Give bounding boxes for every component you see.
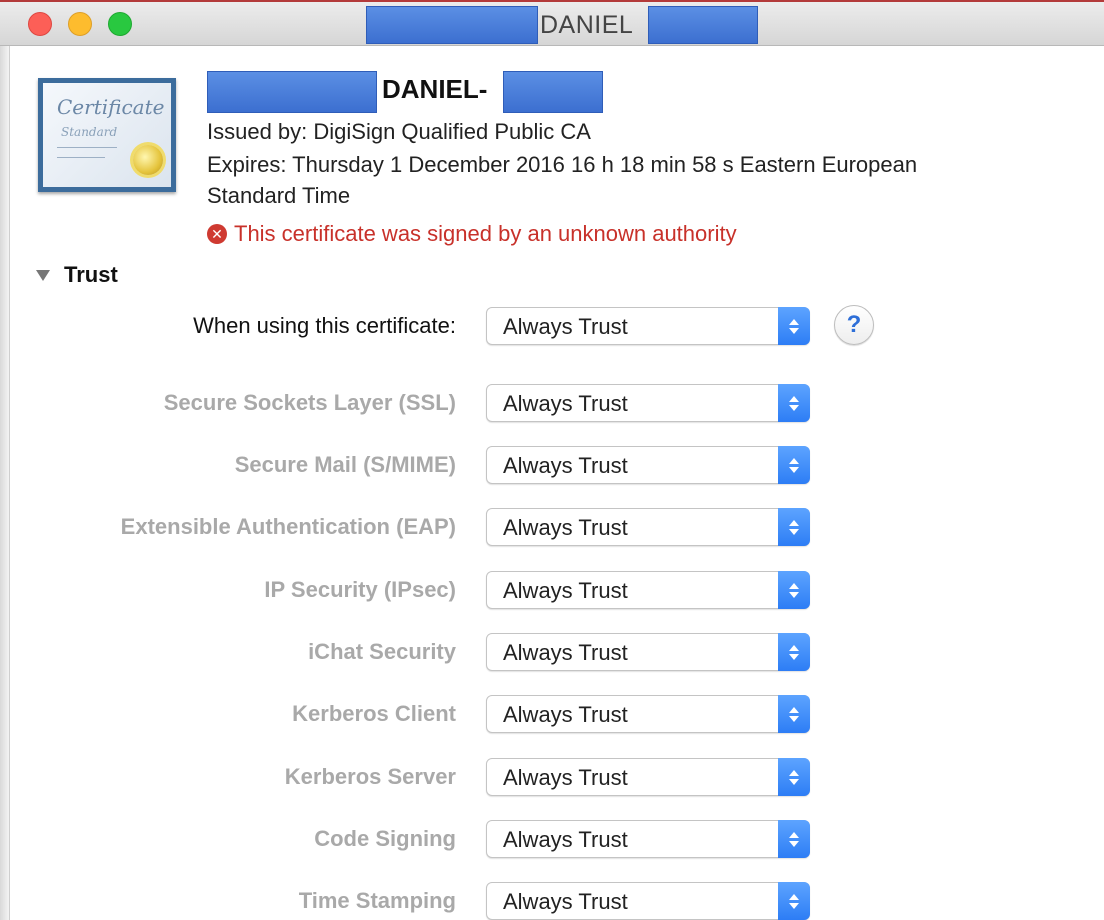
popup-stepper-icon: [778, 384, 810, 422]
name-redaction-right: [503, 71, 603, 113]
popup-stepper-icon: [778, 508, 810, 546]
disclosure-triangle-icon[interactable]: [36, 269, 50, 281]
trust-row-popup[interactable]: Always Trust: [486, 882, 810, 920]
trust-row-label: Secure Sockets Layer (SSL): [163, 390, 456, 415]
main-trust-value: Always Trust: [503, 314, 628, 339]
trust-row-label: Kerberos Server: [284, 764, 456, 789]
trust-row-popup[interactable]: Always Trust: [486, 446, 810, 484]
popup-stepper-icon: [778, 820, 810, 858]
title-bar: DANIEL: [0, 2, 1104, 46]
title-redaction-right: [648, 6, 758, 44]
trust-row-value: Always Trust: [503, 640, 628, 665]
certificate-icon-text-bottom: Standard: [61, 125, 118, 139]
popup-stepper-icon: [778, 695, 810, 733]
maximize-button[interactable]: [108, 12, 132, 36]
trust-row-popup[interactable]: Always Trust: [486, 508, 810, 546]
popup-stepper-icon: [778, 882, 810, 920]
certificate-window: DANIEL Certificate Standard DANIEL- Issu…: [0, 0, 1104, 920]
expires-line-1: Expires: Thursday 1 December 2016 16 h 1…: [207, 152, 918, 177]
popup-stepper-icon: [778, 571, 810, 609]
certificate-icon-text-top: Certificate: [57, 95, 165, 119]
trust-row-popup[interactable]: Always Trust: [486, 571, 810, 609]
trust-row-value: Always Trust: [503, 515, 628, 540]
help-button[interactable]: ?: [834, 305, 874, 345]
trust-row-value: Always Trust: [503, 391, 628, 416]
trust-row-popup[interactable]: Always Trust: [486, 820, 810, 858]
popup-stepper-icon: [778, 446, 810, 484]
expires-line-2: Standard Time: [207, 183, 351, 208]
trust-disclosure[interactable]: Trust: [36, 262, 118, 288]
close-button[interactable]: [28, 12, 52, 36]
trust-row-popup[interactable]: Always Trust: [486, 384, 810, 422]
popup-stepper-icon: [778, 758, 810, 796]
trust-row-value: Always Trust: [503, 453, 628, 478]
trust-row-value: Always Trust: [503, 827, 628, 852]
main-trust-label: When using this certificate:: [193, 313, 456, 338]
seal-icon: [133, 145, 163, 175]
trust-row-popup[interactable]: Always Trust: [486, 633, 810, 671]
trust-row-popup[interactable]: Always Trust: [486, 758, 810, 796]
certificate-standard-icon: Certificate Standard: [38, 78, 176, 192]
popup-stepper-icon: [778, 633, 810, 671]
trust-row-value: Always Trust: [503, 702, 628, 727]
certificate-name: DANIEL-: [382, 74, 488, 104]
main-trust-popup[interactable]: Always Trust: [486, 307, 810, 345]
trust-row-label: Kerberos Client: [292, 701, 456, 726]
error-message: This certificate was signed by an unknow…: [234, 221, 737, 246]
trust-row-label: IP Security (IPsec): [264, 577, 456, 602]
trust-row-value: Always Trust: [503, 578, 628, 603]
popup-stepper-icon: [778, 307, 810, 345]
trust-section-label: Trust: [64, 262, 118, 287]
trust-row-label: Secure Mail (S/MIME): [234, 452, 456, 477]
title-redaction-left: [366, 6, 538, 44]
issued-by: Issued by: DigiSign Qualified Public CA: [207, 119, 591, 144]
window-title: DANIEL: [540, 11, 634, 39]
name-redaction-left: [207, 71, 377, 113]
trust-row-label: iChat Security: [308, 639, 456, 664]
minimize-button[interactable]: [68, 12, 92, 36]
trust-row-label: Time Stamping: [298, 888, 456, 913]
window-left-edge: [0, 2, 10, 920]
trust-row-label: Extensible Authentication (EAP): [120, 514, 456, 539]
certificate-error: ✕ This certificate was signed by an unkn…: [207, 221, 737, 247]
error-x-icon: ✕: [207, 224, 227, 244]
trust-row-popup[interactable]: Always Trust: [486, 695, 810, 733]
trust-row-label: Code Signing: [314, 826, 456, 851]
trust-row-value: Always Trust: [503, 889, 628, 914]
trust-row-value: Always Trust: [503, 765, 628, 790]
